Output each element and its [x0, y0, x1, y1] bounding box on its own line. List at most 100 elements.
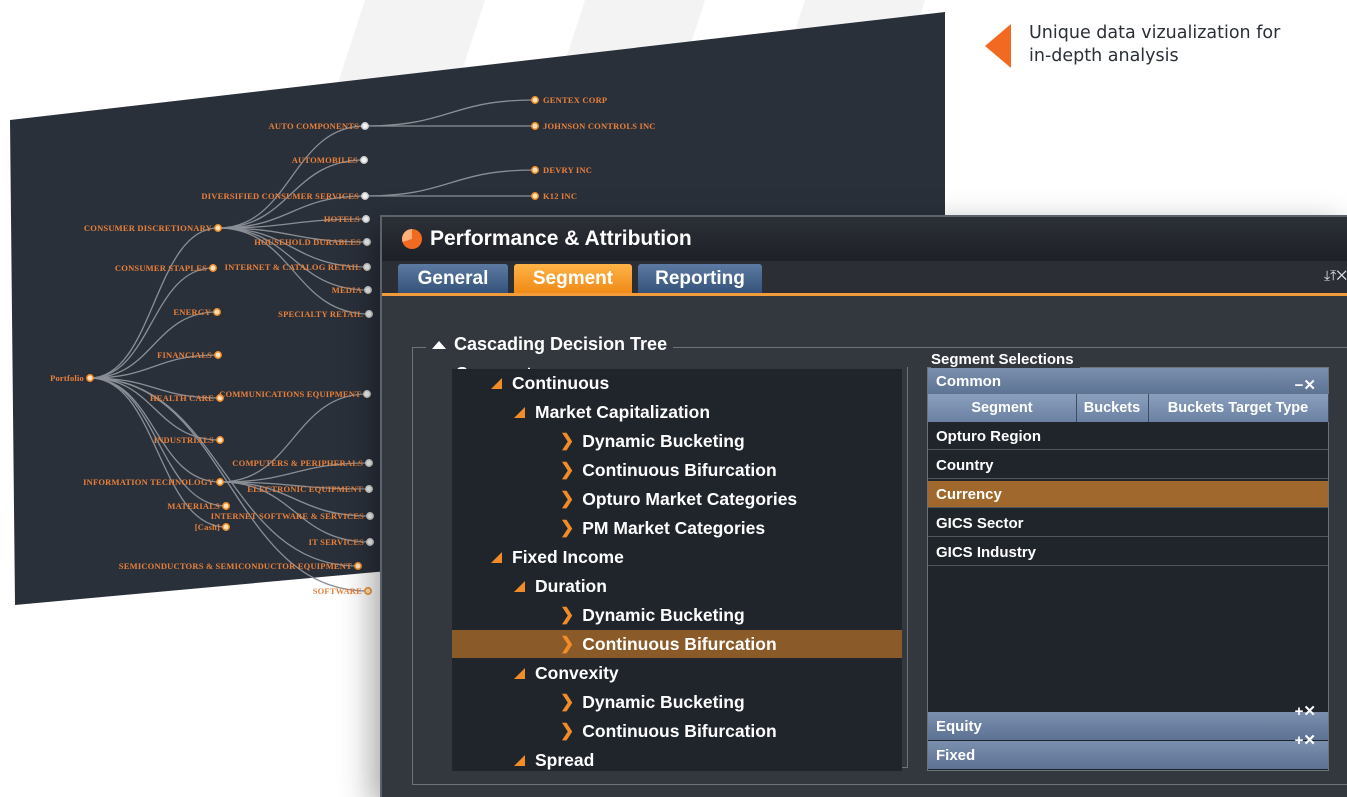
tree-node-label: CONSUMER DISCRETIONARY [84, 223, 212, 233]
chevron-right-icon[interactable]: ❯ [560, 634, 574, 654]
fixed-add-close-icon[interactable]: +✕ [1295, 731, 1316, 749]
segment-selections-panel: Common −✕ Segment Buckets Buckets Target… [927, 351, 1329, 771]
equity-add-close-icon[interactable]: +✕ [1295, 702, 1316, 720]
tree-node[interactable]: ❯ Dynamic Bucketing [560, 688, 745, 716]
segment-selections-title: Segment Selections [931, 351, 1080, 368]
column-header-buckets[interactable]: Buckets [1076, 394, 1149, 422]
tree-node[interactable]: ❯ Dynamic Bucketing [560, 601, 745, 629]
tree-node[interactable]: Convexity [514, 659, 619, 687]
tree-node-label: Opturo Market Categories [582, 488, 798, 509]
segments-tree: Continuous Market Capitalization ❯ Dynamic … [452, 369, 902, 771]
tree-node-label: HEALTH CARE [150, 393, 214, 403]
tree-node-dot [354, 562, 362, 570]
tree-node-dot [531, 166, 539, 174]
tree-node-dot [361, 122, 369, 130]
tree-node-label: FINANCIALS [157, 350, 212, 360]
tree-node-label: ENERGY [173, 307, 211, 317]
chevron-right-icon[interactable]: ❯ [560, 692, 574, 712]
tree-node[interactable]: ❯ Dynamic Bucketing [560, 427, 745, 455]
tree-node-dot [216, 436, 224, 444]
tree-node-dot [361, 192, 369, 200]
tree-node-dot [531, 96, 539, 104]
selection-row[interactable]: GICS Industry [928, 539, 1328, 566]
chevron-right-icon[interactable]: ❯ [560, 489, 574, 509]
tree-node[interactable]: Spread [514, 746, 594, 771]
tree-node-label: INDUSTRIALS [154, 435, 214, 445]
tree-node-label: PM Market Categories [582, 517, 766, 538]
tree-node-dot [214, 351, 222, 359]
selection-row-label: GICS Sector [936, 514, 1024, 532]
window-controls[interactable]: ⤓⤒✕ [1324, 267, 1347, 284]
tree-node[interactable]: Fixed Income [491, 543, 624, 571]
tree-node-label: Convexity [535, 662, 619, 683]
tree-node-dot [362, 215, 370, 223]
tree-node-selected[interactable]: ❯ Continuous Bifurcation [452, 630, 902, 658]
tree-node[interactable]: Market Capitalization [514, 398, 711, 426]
window-control-icons[interactable]: ⤓⤒✕ [1324, 267, 1347, 284]
column-header-target-type[interactable]: Buckets Target Type [1148, 394, 1329, 422]
chevron-right-icon[interactable]: ❯ [560, 431, 574, 451]
selection-row-selected[interactable]: Currency [928, 481, 1328, 508]
selection-row-label: Country [936, 456, 994, 474]
tree-node[interactable]: ❯ PM Market Categories [560, 514, 765, 542]
chevron-right-icon[interactable]: ❯ [560, 721, 574, 741]
tree-node-label: AUTOMOBILES [292, 155, 358, 165]
tree-node-label: INTERNET SOFTWARE & SERVICES [211, 511, 364, 521]
chevron-right-icon[interactable]: ❯ [560, 518, 574, 538]
tree-node-dot [363, 238, 371, 246]
tab-bar: General Segment Reporting ⤓⤒✕ [382, 261, 1347, 296]
tree-node-dot [360, 156, 368, 164]
tree-node-dot [366, 512, 374, 520]
tree-node[interactable]: Continuous [491, 369, 610, 397]
window-title: Performance & Attribution [430, 227, 692, 250]
selection-row[interactable]: GICS Sector [928, 510, 1328, 537]
performance-attribution-window: Performance & Attribution General Segmen… [380, 215, 1347, 797]
tree-node-dot [531, 192, 539, 200]
tree-node-label: Continuous [512, 372, 610, 393]
common-header[interactable]: Common −✕ [928, 368, 1328, 394]
tree-node-label: COMPUTERS & PERIPHERALS [232, 458, 363, 468]
tree-node-label: Market Capitalization [535, 401, 711, 422]
tree-node-dot [209, 264, 217, 272]
tree-node-dot [365, 310, 373, 318]
tree-node-label: IT SERVICES [309, 537, 364, 547]
tree-node-label: Dynamic Bucketing [582, 691, 745, 712]
selection-column-headers: Segment Buckets Buckets Target Type [928, 394, 1329, 422]
tree-node-dot [531, 122, 539, 130]
tree-node-dot [222, 502, 230, 510]
tree-node-label: CONSUMER STAPLES [115, 263, 207, 273]
common-collapse-close-icon[interactable]: −✕ [1295, 376, 1316, 394]
selection-row-label: Opturo Region [936, 427, 1041, 445]
tree-node[interactable]: ❯ Opturo Market Categories [560, 485, 797, 513]
cascading-group-header[interactable]: Cascading Decision Tree [426, 334, 674, 355]
tab-segment[interactable]: Segment [514, 264, 632, 293]
tree-node-label: Duration [535, 575, 607, 596]
tree-node[interactable]: ❯ Continuous Bifurcation [560, 456, 777, 484]
fixed-label: Fixed [936, 746, 976, 764]
tree-node-label: Fixed Income [512, 546, 624, 567]
selection-row[interactable]: Country [928, 452, 1328, 479]
tree-node-label: Portfolio [50, 373, 84, 383]
tree-node-label: HOUSEHOLD DURABLES [254, 237, 361, 247]
tree-node-dot [86, 374, 94, 382]
tree-node-dot [216, 478, 224, 486]
tree-node-label: Dynamic Bucketing [582, 604, 745, 625]
tab-general[interactable]: General [398, 264, 508, 293]
tree-node-dot [214, 224, 222, 232]
column-header-segment[interactable]: Segment [928, 394, 1077, 422]
chevron-right-icon[interactable]: ❯ [560, 605, 574, 625]
tree-node[interactable]: ❯ Continuous Bifurcation [560, 717, 777, 745]
tree-node-label: Dynamic Bucketing [582, 430, 745, 451]
tree-node-label: Continuous Bifurcation [582, 459, 777, 480]
fixed-header[interactable]: Fixed +✕ [928, 732, 1328, 769]
tree-node[interactable]: Duration [514, 572, 607, 600]
tree-node-label: GENTEX CORP [543, 95, 607, 105]
tree-node-label: HOTELS [324, 214, 360, 224]
selection-row[interactable]: Opturo Region [928, 423, 1328, 450]
chevron-right-icon[interactable]: ❯ [560, 460, 574, 480]
equity-header[interactable]: Equity +✕ [928, 703, 1328, 740]
collapse-triangle-icon[interactable] [432, 340, 446, 349]
tab-reporting[interactable]: Reporting [638, 264, 762, 293]
common-label: Common [936, 372, 1001, 390]
tree-node-label: ELECTRONIC EQUIPMENT [247, 484, 363, 494]
